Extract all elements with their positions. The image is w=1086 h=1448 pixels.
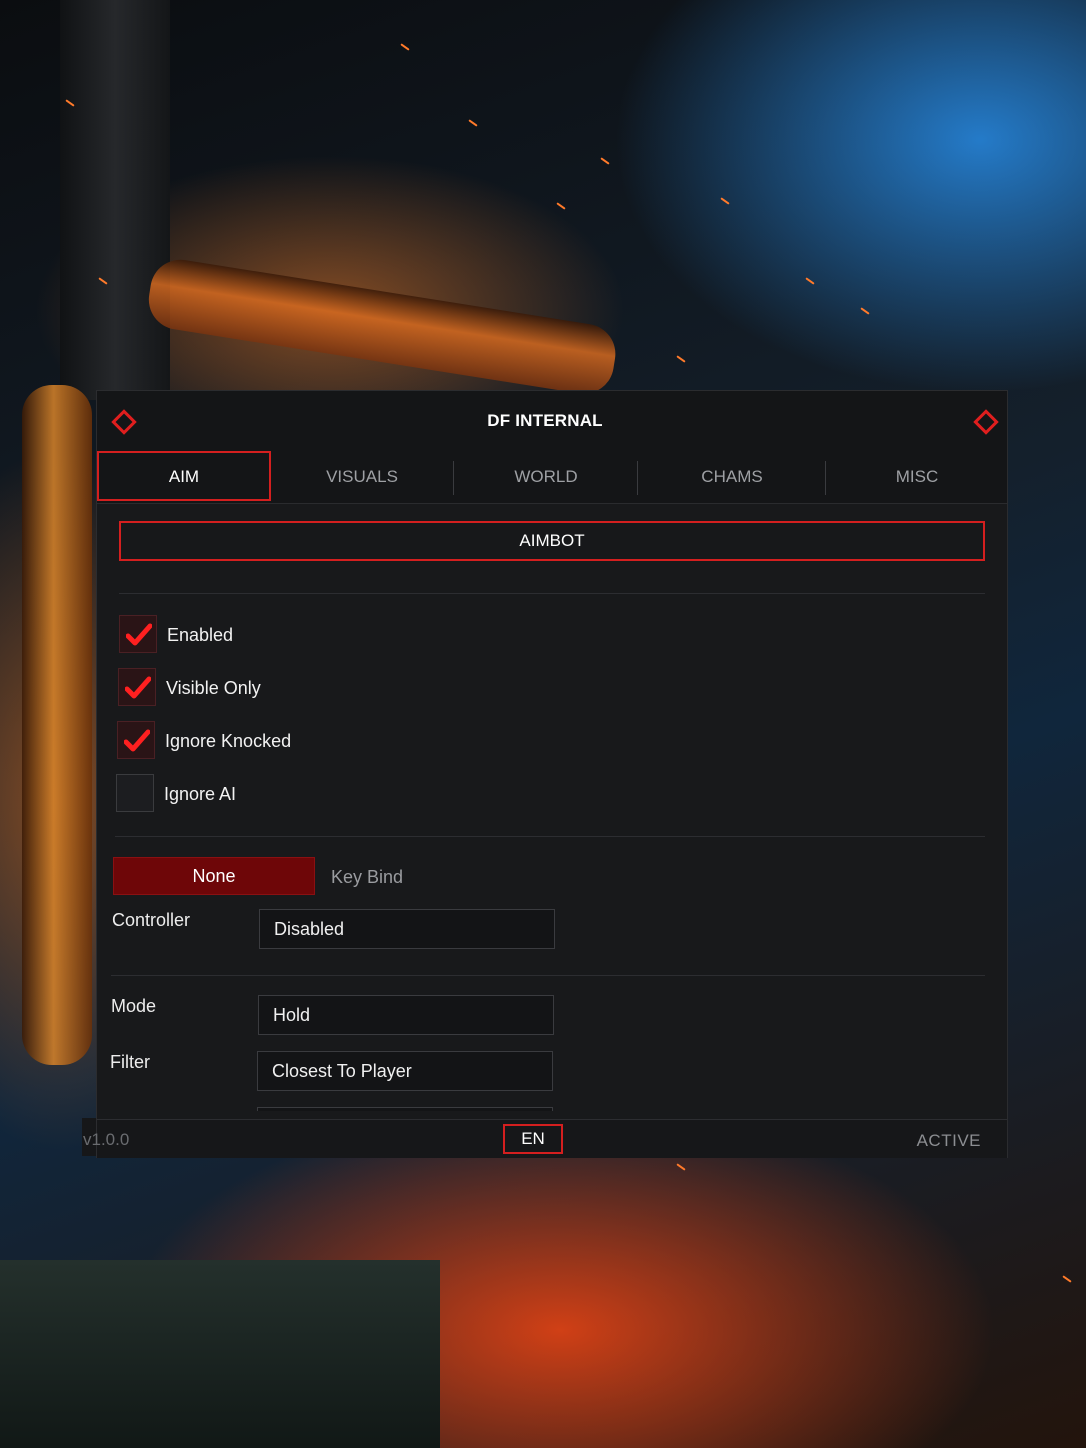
divider [115,836,985,837]
tab-visuals[interactable]: VISUALS [273,451,451,501]
option-label: Ignore Knocked [165,731,292,751]
spark [860,307,870,315]
aimbot-section-button[interactable]: AIMBOT [119,521,985,561]
title-bar[interactable]: DF INTERNAL [97,391,1007,451]
spark [1062,1275,1072,1283]
tab-separator [825,461,826,495]
spark [805,277,815,285]
language-button[interactable]: EN [503,1124,563,1154]
enabled-checkbox[interactable] [119,615,157,653]
spark [720,197,730,205]
option-label: Ignore AI [164,784,237,804]
status-text: ACTIVE [916,1131,981,1150]
background-crate [0,1260,440,1448]
window-title: DF INTERNAL [487,411,603,430]
ignore-knocked-checkbox[interactable] [117,721,155,759]
checkmark-icon [126,623,152,646]
checkmark-icon [124,729,150,752]
spark [556,202,566,210]
tab-separator [453,461,454,495]
background-pipe [144,255,620,399]
controller-dropdown[interactable]: Disabled [259,909,555,949]
spark [468,119,478,127]
divider [111,975,985,976]
option-label: Visible Only [166,678,261,698]
background-vertical-pipe [22,385,92,1065]
visible-only-checkbox[interactable] [118,668,156,706]
option-label: Enabled [167,625,234,645]
tab-separator [637,461,638,495]
spark [676,1163,686,1171]
tab-misc[interactable]: MISC [827,451,1007,501]
checkmark-icon [125,676,151,699]
menu-panel: DF INTERNAL AIM VISUALS WORLD CHAMS MISC… [83,390,1008,1158]
spark [400,43,410,51]
keybind-label: Key Bind [331,867,404,887]
spark [600,157,610,165]
scroll-clip [97,1111,1007,1119]
mode-dropdown[interactable]: Hold [258,995,554,1035]
spark [676,355,686,363]
background-pillar [60,0,170,400]
tab-chams[interactable]: CHAMS [639,451,825,501]
tab-aim[interactable]: AIM [97,451,271,501]
tab-bar: AIM VISUALS WORLD CHAMS MISC [97,451,1007,504]
divider [119,593,985,594]
controller-label: Controller [112,910,191,930]
ignore-ai-checkbox[interactable] [116,774,154,812]
filter-label: Filter [110,1052,150,1072]
status-footer: v1.0.0 EN ACTIVE [83,1119,1007,1158]
version-text: v1.0.0 [83,1130,130,1149]
mode-label: Mode [111,996,157,1016]
filter-dropdown[interactable]: Closest To Player [257,1051,553,1091]
tab-world[interactable]: WORLD [455,451,637,501]
keybind-button[interactable]: None [113,857,315,895]
